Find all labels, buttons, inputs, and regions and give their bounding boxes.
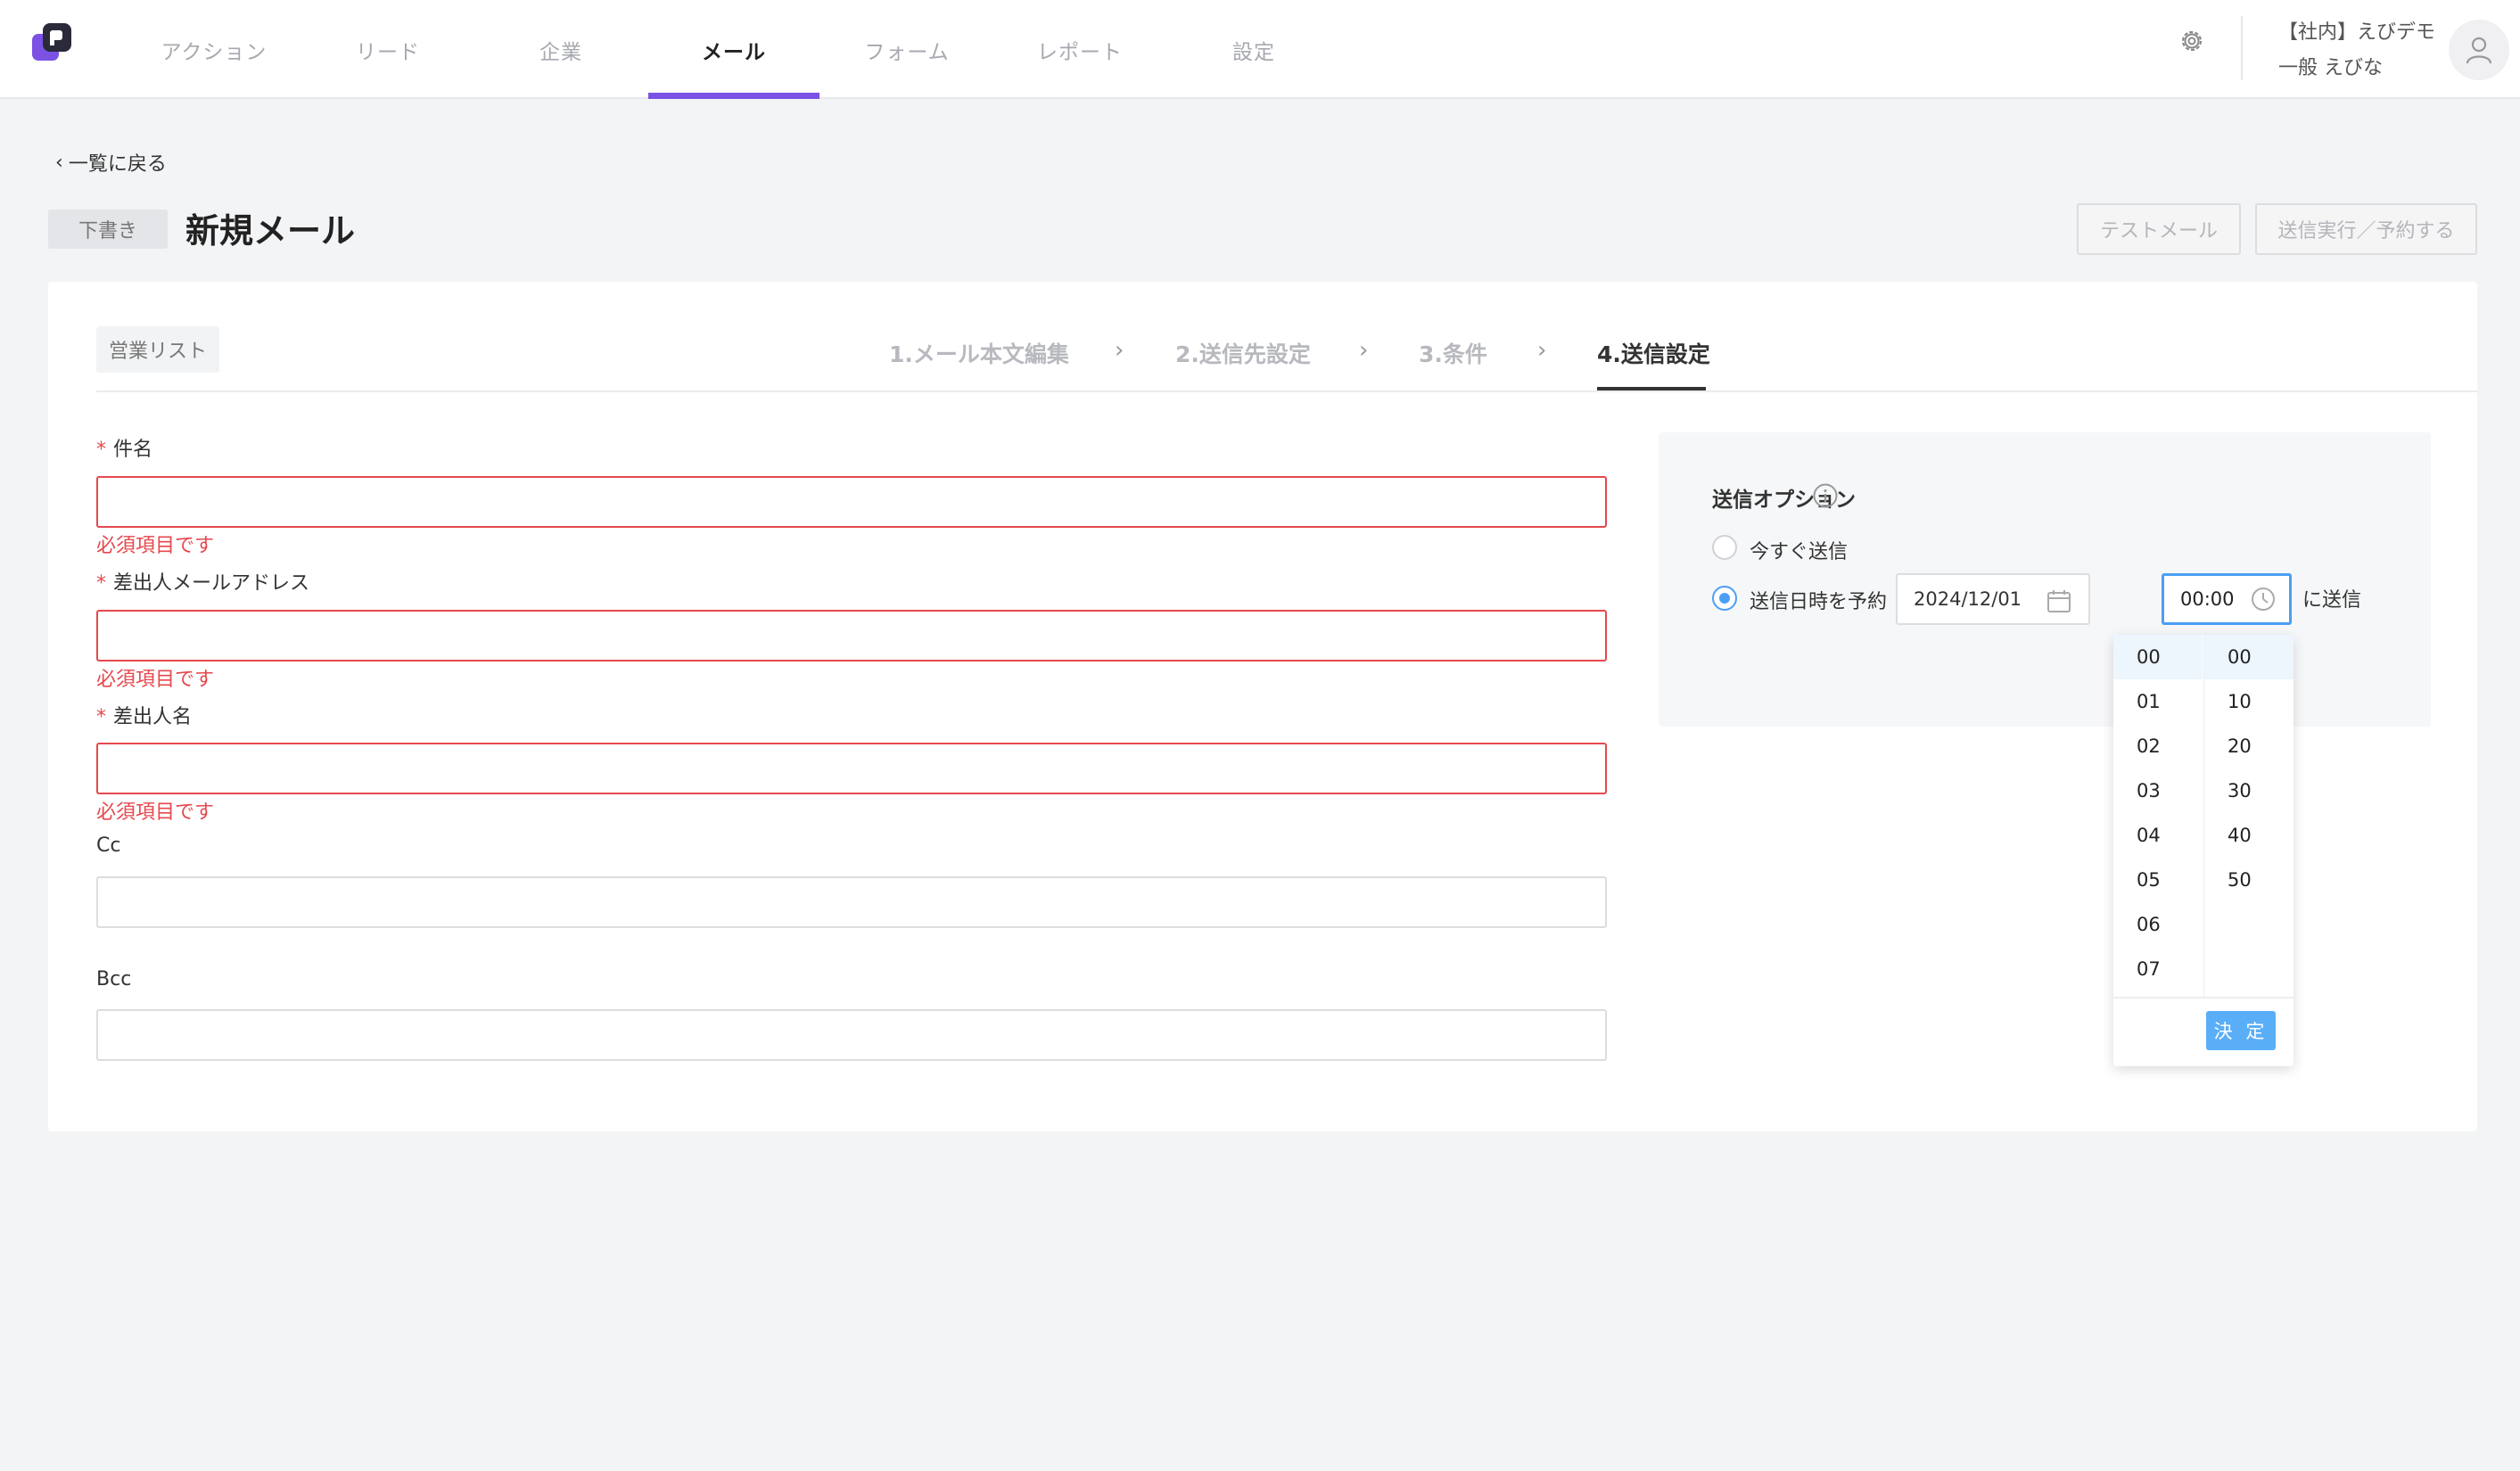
- from-name-error: 必須項目です: [96, 801, 215, 824]
- back-label: 一覧に戻る: [68, 153, 167, 176]
- send-suffix-text: に送信: [2302, 589, 2362, 612]
- required-mark: *: [96, 572, 106, 595]
- chevron-right-icon: ›: [1115, 337, 1124, 364]
- gear-icon[interactable]: [2178, 27, 2206, 55]
- schedule-radio[interactable]: [1712, 586, 1737, 611]
- hour-option[interactable]: 01: [2113, 679, 2203, 724]
- chevron-right-icon: ›: [1537, 337, 1547, 364]
- minute-option[interactable]: 10: [2204, 679, 2294, 724]
- user-name: 一般 えびな: [2278, 57, 2383, 79]
- step-conditions[interactable]: 3.条件: [1419, 337, 1487, 369]
- steps-divider: [96, 390, 2477, 392]
- hour-column[interactable]: 00 01 02 03 04 05 06 07: [2113, 635, 2203, 991]
- from-email-error: 必須項目です: [96, 669, 215, 691]
- cc-label: Cc: [96, 834, 121, 857]
- minute-option[interactable]: 40: [2204, 813, 2294, 858]
- info-icon[interactable]: [1812, 482, 1839, 509]
- subject-label-text: 件名: [113, 439, 153, 461]
- cc-input[interactable]: [96, 876, 1607, 928]
- confirm-button[interactable]: 決 定: [2206, 1011, 2276, 1050]
- required-mark: *: [96, 706, 106, 728]
- calendar-icon: [2047, 590, 2071, 612]
- send-options-panel: 送信オプション 今すぐ送信 送信日時を予約 2024/12/01 00:00 に…: [1659, 432, 2431, 727]
- minute-column[interactable]: 00 10 20 30 40 50: [2204, 635, 2294, 902]
- from-email-input[interactable]: [96, 610, 1607, 662]
- chevron-right-icon: ›: [1359, 337, 1369, 364]
- from-name-label: * 差出人名: [96, 701, 192, 729]
- from-email-label-text: 差出人メールアドレス: [113, 572, 310, 595]
- minute-option[interactable]: 00: [2204, 635, 2294, 679]
- nav-tab-leads[interactable]: リード: [302, 0, 474, 99]
- date-picker-input[interactable]: 2024/12/01: [1896, 573, 2090, 625]
- back-to-list-link[interactable]: ‹ 一覧に戻る: [55, 148, 167, 177]
- nav-tab-mail[interactable]: メール: [648, 0, 819, 99]
- test-mail-button[interactable]: テストメール: [2077, 203, 2241, 255]
- send-now-radio[interactable]: [1712, 535, 1737, 560]
- step-body-edit[interactable]: 1.メール本文編集: [889, 337, 1069, 369]
- minute-option[interactable]: 50: [2204, 858, 2294, 902]
- step-send-settings[interactable]: 4.送信設定: [1597, 337, 1710, 369]
- nav-tab-forms[interactable]: フォーム: [821, 0, 992, 99]
- hour-option[interactable]: 03: [2113, 768, 2203, 813]
- hour-option[interactable]: 07: [2113, 947, 2203, 991]
- bcc-label: Bcc: [96, 968, 132, 990]
- send-schedule-button[interactable]: 送信実行／予約する: [2255, 203, 2477, 255]
- status-badge: 下書き: [48, 210, 168, 249]
- hour-option[interactable]: 04: [2113, 813, 2203, 858]
- step-recipients[interactable]: 2.送信先設定: [1175, 337, 1311, 369]
- app-logo-icon[interactable]: [30, 21, 73, 64]
- nav-tab-companies[interactable]: 企業: [475, 0, 646, 99]
- page-title: 新規メール: [185, 211, 356, 251]
- list-tag: 営業リスト: [96, 326, 220, 373]
- hour-option[interactable]: 00: [2113, 635, 2203, 679]
- top-navbar: アクション リード 企業 メール フォーム レポート 設定 【社内】えびデモ 一…: [0, 0, 2520, 99]
- user-icon: [2466, 37, 2492, 64]
- time-value: 00:00: [2180, 588, 2235, 610]
- subject-input[interactable]: [96, 476, 1607, 528]
- from-name-label-text: 差出人名: [113, 706, 193, 728]
- minute-option[interactable]: 20: [2204, 724, 2294, 768]
- from-email-label: * 差出人メールアドレス: [96, 567, 309, 596]
- schedule-label: 送信日時を予約: [1750, 591, 1888, 613]
- send-now-label: 今すぐ送信: [1750, 541, 1849, 563]
- nav-tab-settings[interactable]: 設定: [1168, 0, 1339, 99]
- user-organization: 【社内】えびデモ: [2278, 21, 2436, 44]
- hour-option[interactable]: 05: [2113, 858, 2203, 902]
- bcc-input[interactable]: [96, 1009, 1607, 1061]
- subject-label: * 件名: [96, 433, 152, 462]
- clock-icon: [2252, 588, 2275, 611]
- required-mark: *: [96, 439, 106, 461]
- chevron-left-icon: ‹: [55, 151, 63, 174]
- from-name-input[interactable]: [96, 743, 1607, 794]
- nav-divider: [2241, 16, 2243, 80]
- hour-option[interactable]: 02: [2113, 724, 2203, 768]
- time-picker-footer-divider: [2113, 997, 2294, 998]
- date-value: 2024/12/01: [1914, 588, 2022, 610]
- nav-tab-reports[interactable]: レポート: [994, 0, 1165, 99]
- avatar[interactable]: [2449, 20, 2509, 80]
- time-picker-input[interactable]: 00:00: [2162, 573, 2292, 625]
- time-picker-dropdown: 00 01 02 03 04 05 06 07 00 10 20 30 40 5…: [2113, 635, 2294, 1066]
- nav-tab-actions[interactable]: アクション: [128, 0, 300, 99]
- minute-option[interactable]: 30: [2204, 768, 2294, 813]
- hour-option[interactable]: 06: [2113, 902, 2203, 947]
- subject-error: 必須項目です: [96, 535, 215, 557]
